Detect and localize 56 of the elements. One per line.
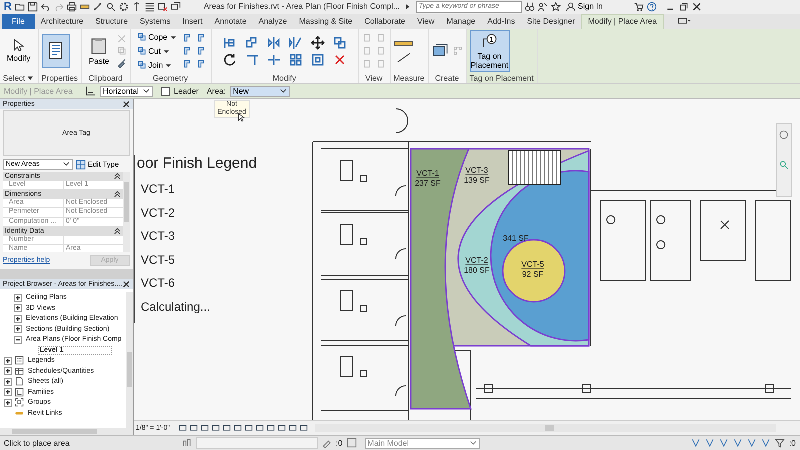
area-label: Area: (206, 86, 226, 96)
area-tag-name: VCT-2 (466, 256, 488, 266)
area-tag-value: 92 SF (522, 270, 544, 280)
panel-label: Clipboard (88, 74, 123, 83)
ribbon-tab[interactable]: Site Designer (521, 14, 582, 29)
sign-in-button[interactable]: Sign In (564, 2, 605, 12)
panel-label: Tag on Placement (470, 74, 534, 83)
ribbon-tab[interactable]: Add-Ins (482, 14, 522, 29)
area-tag-name: VCT-1 (416, 169, 440, 178)
ribbon-tab[interactable]: Structure (90, 14, 134, 29)
modify-button[interactable]: Modify (3, 37, 35, 66)
ribbon-tab[interactable]: File (2, 14, 35, 29)
ribbon-tab[interactable]: Insert (176, 14, 209, 29)
orientation-dropdown[interactable]: Horizontal (100, 86, 154, 97)
panel-label: View (366, 74, 383, 83)
legend-entry: VCT-3 (141, 229, 176, 246)
panel-label: Properties (42, 74, 78, 83)
panel-label: Geometry (153, 74, 188, 83)
leader-label: Leader (174, 86, 199, 96)
geometry-tool-button[interactable]: Cut (134, 45, 180, 58)
window-title: Areas for Finishes.rvt - Area Plan (Floor Finish Compl... (204, 2, 400, 12)
filter-count: :0 (789, 438, 796, 448)
paste-button[interactable]: Paste (85, 34, 114, 68)
legend-entry: VCT-5 (141, 252, 176, 269)
ribbon-tab[interactable]: Architecture (34, 14, 90, 29)
context-label: Modify | Place Area (4, 86, 74, 96)
ribbon-tab[interactable]: Systems (134, 14, 177, 29)
ribbon-tab[interactable]: Analyze (252, 14, 294, 29)
legend-entry: VCT-2 (141, 206, 176, 222)
ribbon-tab[interactable]: View (412, 14, 441, 29)
ribbon-tab[interactable]: Annotate (208, 14, 253, 29)
ribbon-tab[interactable]: Massing & Site (293, 14, 359, 29)
area-tag-value: 341 SF (503, 234, 529, 244)
area-dropdown[interactable]: New (230, 86, 290, 97)
area-tag-name: VCT-5 (522, 260, 544, 270)
model-dropdown[interactable]: Main Model (364, 438, 480, 449)
ribbon-tab[interactable]: Manage (440, 14, 482, 29)
ribbon-tab[interactable]: Collaborate (358, 14, 412, 29)
legend-title: oor Finish Legend (135, 155, 258, 172)
panel-label: Measure (394, 74, 425, 83)
app-logo[interactable]: R (4, 0, 12, 13)
geometry-tool-button[interactable]: Join (134, 59, 180, 72)
panel-label: Create (435, 74, 460, 83)
legend-entry: Calculating... (141, 300, 212, 316)
panel-label: Modify (272, 74, 296, 83)
area-tag-value: 139 SF (464, 176, 490, 186)
legend-entry: VCT-6 (141, 276, 176, 292)
legend-entry: VCT-1 (141, 182, 176, 198)
area-tag-value: 180 SF (464, 266, 490, 276)
editing-count: :0 (336, 438, 343, 448)
status-message: Click to place area (4, 438, 71, 448)
ribbon-tab[interactable]: Modify | Place Area (581, 14, 664, 29)
area-tag-value: 237 SF (415, 179, 441, 188)
geometry-tool-button[interactable]: Cope (134, 31, 180, 44)
area-tag-name: VCT-3 (466, 166, 488, 176)
panel-label: Select (3, 74, 26, 83)
